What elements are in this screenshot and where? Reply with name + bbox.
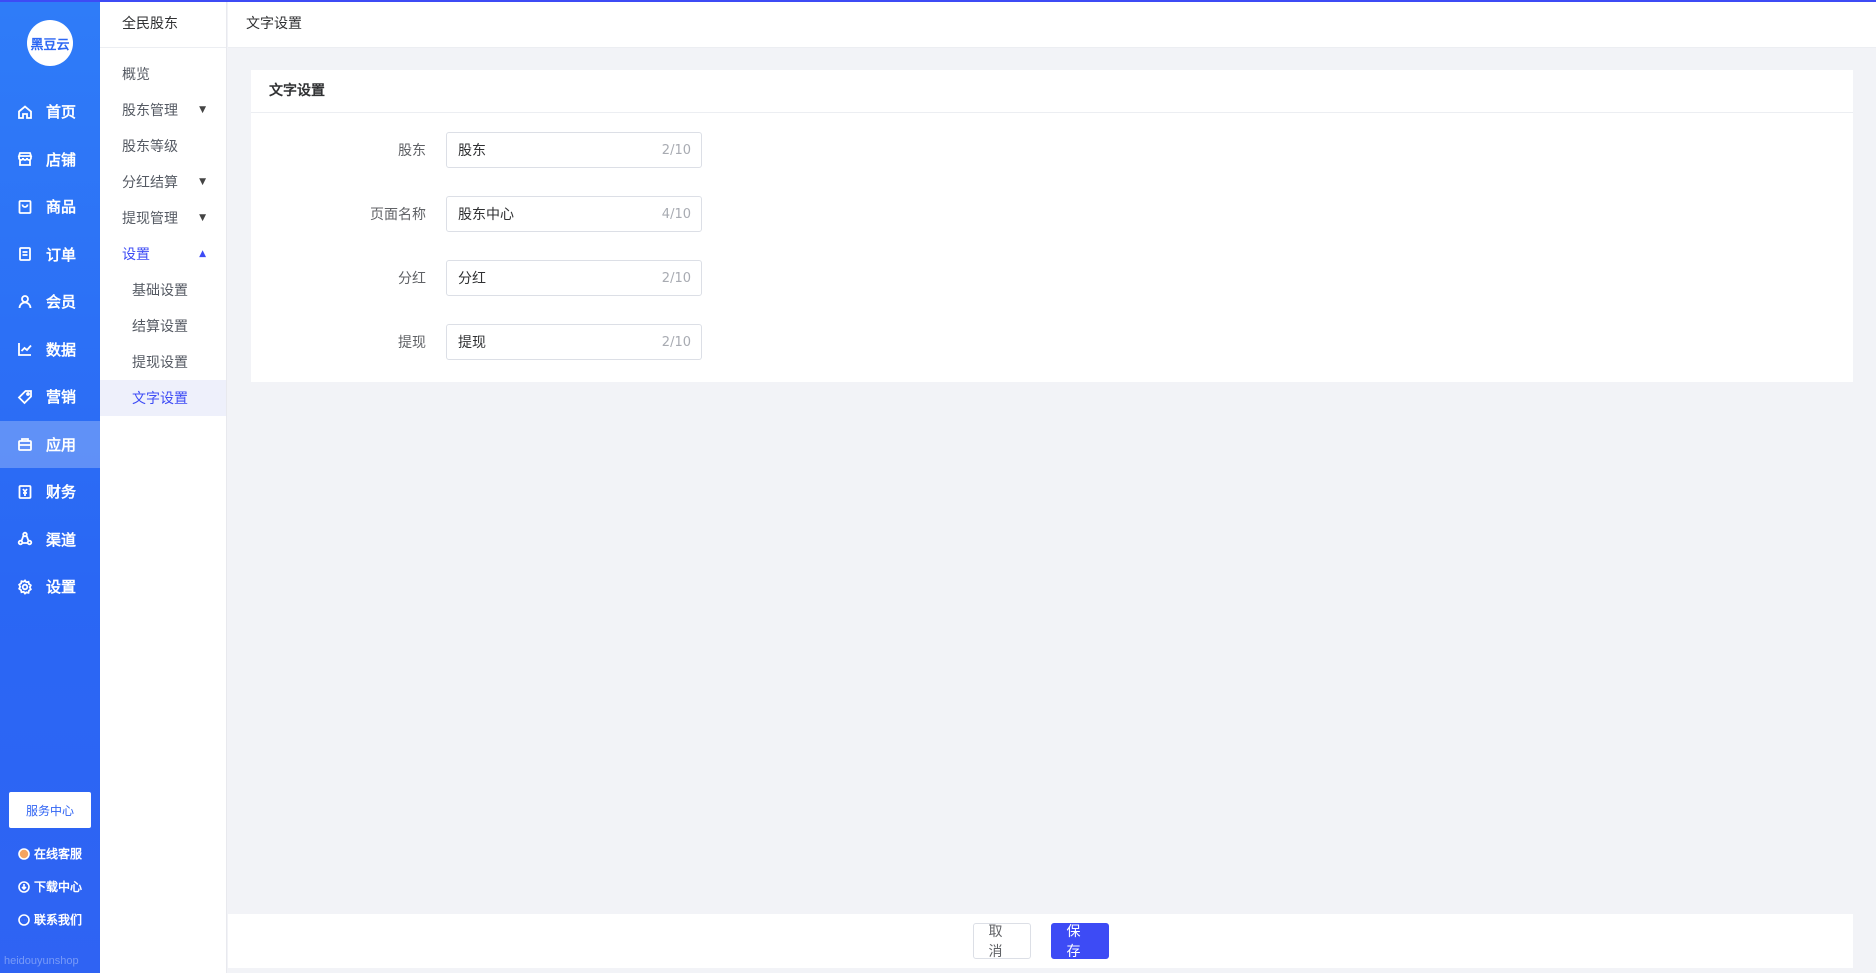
home-icon xyxy=(16,103,34,121)
subnav-item-label: 设置 xyxy=(122,247,150,263)
user-icon xyxy=(16,293,34,311)
card-title: 文字设置 xyxy=(251,70,1853,113)
subnav-child-text-settings[interactable]: 文字设置 xyxy=(100,380,226,416)
order-icon xyxy=(16,245,34,263)
nav-item-label: 应用 xyxy=(46,435,77,454)
subnav-title: 全民股东 xyxy=(100,0,226,48)
form-row-page-name: 页面名称 股东中心 4/10 xyxy=(251,196,1853,232)
subnav-item-label: 分红结算 xyxy=(122,175,178,191)
nav-item-store[interactable]: 店铺 xyxy=(0,136,100,184)
caret-up-icon: ▲ xyxy=(199,249,206,259)
primary-nav-list: 首页 店铺 商品 订单 会员 数据 营销 应用 财务 渠道 设置 xyxy=(0,88,100,611)
input-value: 股东 xyxy=(458,143,486,159)
store-icon xyxy=(16,150,34,168)
caret-down-icon: ▼ xyxy=(199,177,206,187)
top-accent-line xyxy=(0,0,1876,2)
nav-item-finance[interactable]: 财务 xyxy=(0,468,100,516)
shareholder-input[interactable]: 股东 2/10 xyxy=(446,132,702,168)
save-button[interactable]: 保存 xyxy=(1050,923,1109,960)
nav-item-marketing[interactable]: 营销 xyxy=(0,373,100,421)
breadcrumb: 文字设置 xyxy=(228,0,1876,48)
download-center-label: 下载中心 xyxy=(34,880,83,894)
online-service-link[interactable]: 在线客服 xyxy=(18,845,82,862)
nav-item-goods[interactable]: 商品 xyxy=(0,183,100,231)
subnav-item-label: 股东管理 xyxy=(122,103,178,119)
char-count: 4/10 xyxy=(661,206,691,222)
logo[interactable]: 黑豆云 xyxy=(27,20,73,66)
contact-us-label: 联系我们 xyxy=(34,913,83,927)
form-row-shareholder: 股东 股东 2/10 xyxy=(251,132,1853,168)
input-value: 分红 xyxy=(458,271,486,287)
withdraw-input[interactable]: 提现 2/10 xyxy=(446,324,702,360)
subnav-child-settlement-settings[interactable]: 结算设置 xyxy=(100,308,226,344)
nav-item-order[interactable]: 订单 xyxy=(0,231,100,279)
nav-item-label: 店铺 xyxy=(46,150,77,169)
nav-item-settings[interactable]: 设置 xyxy=(0,563,100,611)
secondary-sidebar: 全民股东 概览 股东管理 ▼ 股东等级 分红结算 ▼ 提现管理 ▼ 设置 ▲ 基… xyxy=(100,0,227,973)
subnav-item-shareholder-manage[interactable]: 股东管理 ▼ xyxy=(100,92,226,128)
tag-icon xyxy=(16,388,34,406)
finance-icon xyxy=(16,483,34,501)
form-row-dividend: 分红 分红 2/10 xyxy=(251,260,1853,296)
form-label: 页面名称 xyxy=(370,207,426,223)
nav-item-label: 会员 xyxy=(46,293,77,312)
nav-item-label: 财务 xyxy=(46,483,77,502)
primary-sidebar: 黑豆云 首页 店铺 商品 订单 会员 数据 营销 应用 财务 渠道 设置 服务中… xyxy=(0,0,100,973)
nav-item-label: 渠道 xyxy=(46,530,77,549)
caret-down-icon: ▼ xyxy=(199,213,206,223)
char-count: 2/10 xyxy=(661,142,691,158)
avatar-icon xyxy=(18,847,30,860)
nav-item-label: 设置 xyxy=(46,578,77,597)
chat-icon xyxy=(18,913,30,926)
form-label: 分红 xyxy=(398,271,426,287)
nav-item-member[interactable]: 会员 xyxy=(0,278,100,326)
page-name-input[interactable]: 股东中心 4/10 xyxy=(446,196,702,232)
goods-icon xyxy=(16,198,34,216)
nav-item-label: 首页 xyxy=(46,103,77,122)
cancel-button[interactable]: 取消 xyxy=(972,923,1031,960)
download-icon xyxy=(18,880,30,893)
input-value: 提现 xyxy=(458,335,486,351)
form-row-withdraw: 提现 提现 2/10 xyxy=(251,324,1853,360)
subnav-child-withdraw-settings[interactable]: 提现设置 xyxy=(100,344,226,380)
chart-icon xyxy=(16,340,34,358)
subnav-item-label: 股东等级 xyxy=(122,139,178,155)
online-service-label: 在线客服 xyxy=(34,847,83,861)
channel-icon xyxy=(16,530,34,548)
gear-icon xyxy=(16,578,34,596)
nav-item-data[interactable]: 数据 xyxy=(0,326,100,374)
nav-item-label: 商品 xyxy=(46,198,77,217)
dividend-input[interactable]: 分红 2/10 xyxy=(446,260,702,296)
form-label: 提现 xyxy=(398,335,426,351)
download-center-link[interactable]: 下载中心 xyxy=(18,878,82,895)
caret-down-icon: ▼ xyxy=(199,105,206,115)
action-bar: 取消 保存 xyxy=(228,914,1853,968)
subnav-item-shareholder-level[interactable]: 股东等级 xyxy=(100,128,226,164)
subnav-item-label: 概览 xyxy=(122,67,150,83)
nav-item-label: 订单 xyxy=(46,245,77,264)
main-content: 文字设置 文字设置 股东 股东 2/10 页面名称 股东中心 4/10 分红 分… xyxy=(228,0,1876,973)
input-value: 股东中心 xyxy=(458,207,514,223)
nav-item-label: 数据 xyxy=(46,340,77,359)
nav-item-home[interactable]: 首页 xyxy=(0,88,100,136)
service-center-button[interactable]: 服务中心 xyxy=(9,792,91,828)
form-label: 股东 xyxy=(398,143,426,159)
text-settings-card: 文字设置 股东 股东 2/10 页面名称 股东中心 4/10 分红 分红 2/1… xyxy=(251,70,1853,382)
subnav-item-withdraw-manage[interactable]: 提现管理 ▼ xyxy=(100,200,226,236)
nav-item-label: 营销 xyxy=(46,388,77,407)
watermark: heidouyunshop xyxy=(4,955,79,967)
subnav-item-label: 提现管理 xyxy=(122,211,178,227)
char-count: 2/10 xyxy=(661,334,691,350)
subnav-item-overview[interactable]: 概览 xyxy=(100,56,226,92)
nav-item-app[interactable]: 应用 xyxy=(0,420,100,468)
nav-item-channel[interactable]: 渠道 xyxy=(0,516,100,564)
subnav-child-basic-settings[interactable]: 基础设置 xyxy=(100,272,226,308)
subnav-item-settings[interactable]: 设置 ▲ xyxy=(100,236,226,272)
char-count: 2/10 xyxy=(661,270,691,286)
subnav-item-dividend[interactable]: 分红结算 ▼ xyxy=(100,164,226,200)
app-icon xyxy=(16,435,34,453)
contact-us-link[interactable]: 联系我们 xyxy=(18,911,82,928)
